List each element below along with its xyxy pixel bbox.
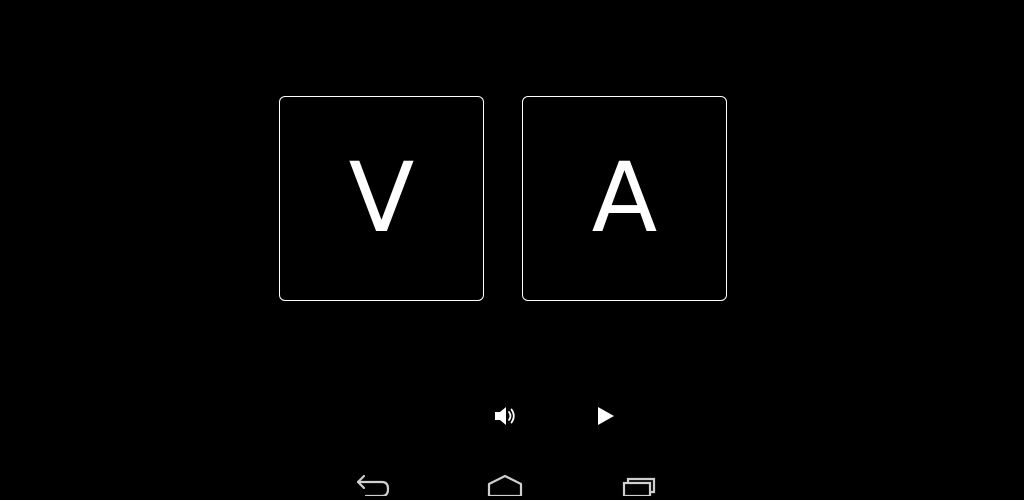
nav-home-button[interactable] [483,472,527,500]
system-nav-bar [0,468,1024,500]
speaker-icon [495,407,515,425]
app-screen: V A [0,0,1024,500]
letter-tile-right[interactable]: A [522,96,727,301]
tile-letter-left: V [348,141,415,254]
play-button[interactable] [590,401,620,431]
recents-icon [622,477,656,496]
letter-tile-left[interactable]: V [279,96,484,301]
nav-back-button[interactable] [350,472,394,500]
back-icon [356,474,390,496]
sound-button[interactable] [490,401,520,431]
home-icon [487,474,523,496]
tile-letter-right: A [591,141,658,254]
nav-recents-button[interactable] [616,472,660,500]
play-icon [598,407,614,425]
